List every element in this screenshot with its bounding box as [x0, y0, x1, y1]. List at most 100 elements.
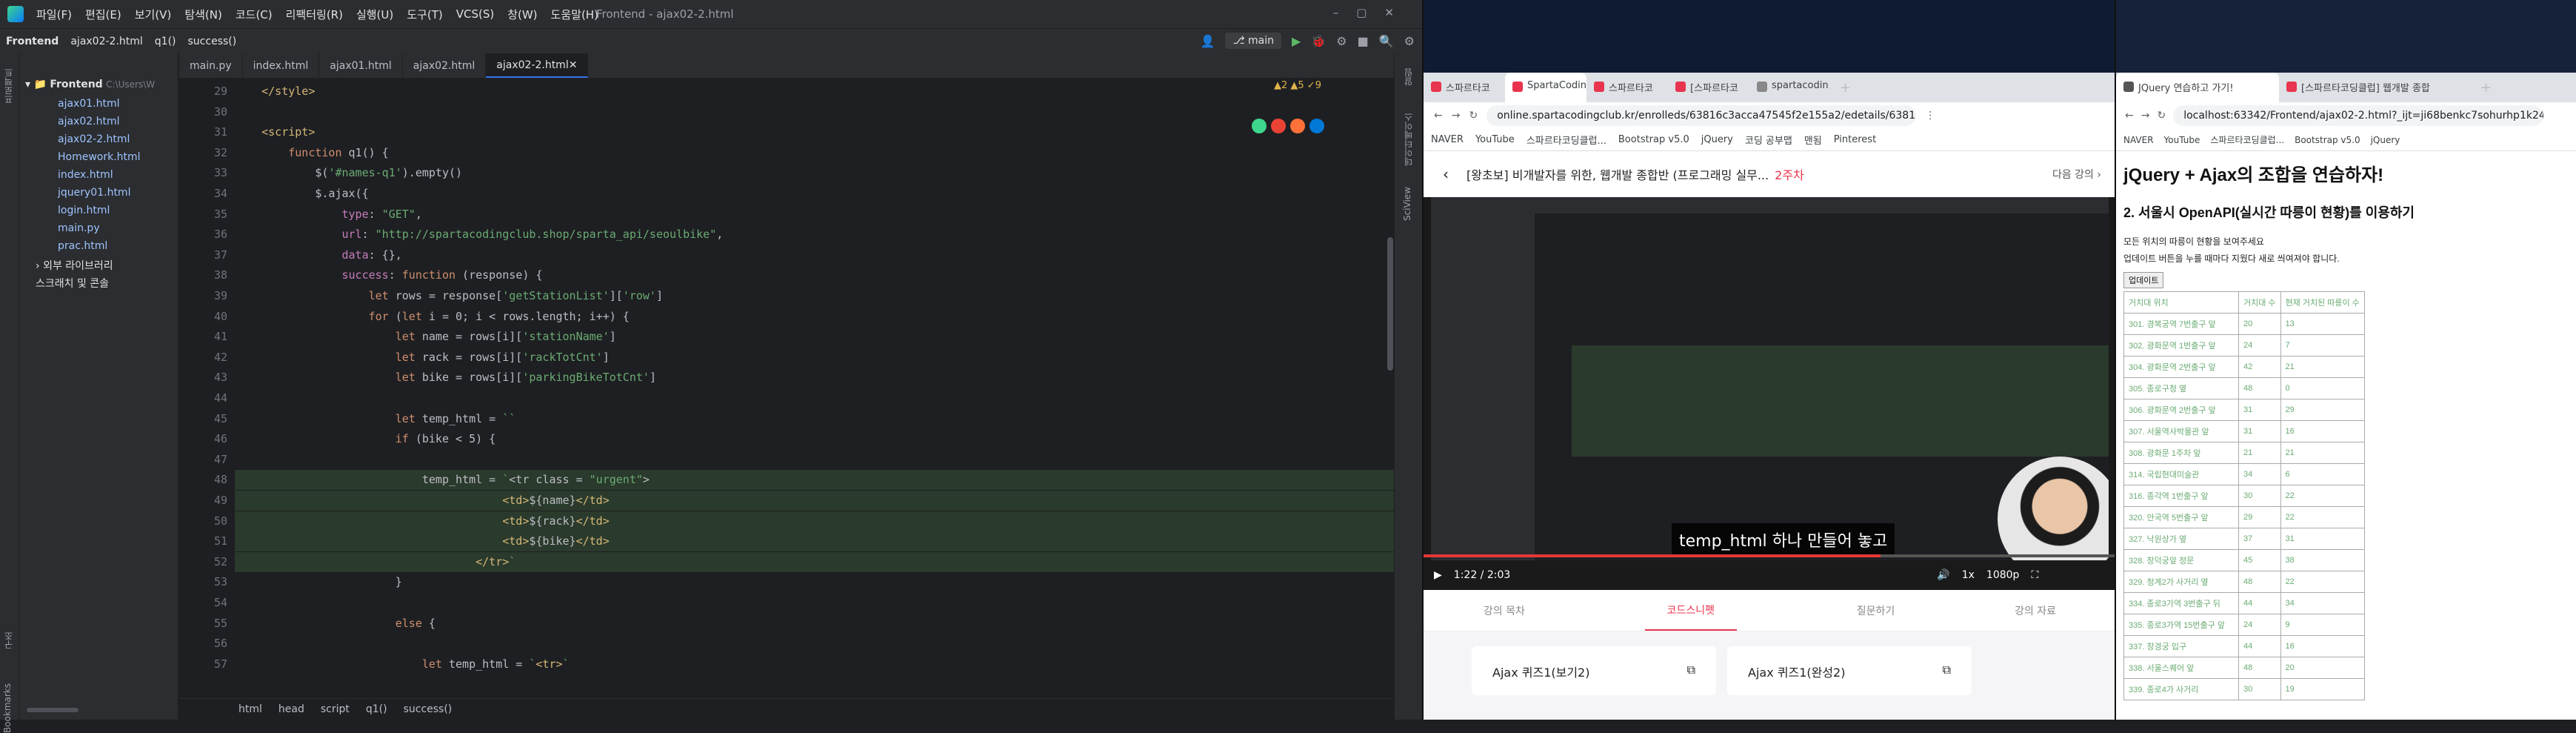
- menu-view[interactable]: 보기(V): [128, 7, 178, 22]
- bookmark[interactable]: jQuery: [2371, 135, 2400, 145]
- tab-code-snippets[interactable]: 코드스니펫: [1644, 591, 1738, 631]
- nav-callback[interactable]: success(): [182, 36, 243, 47]
- menu-tools[interactable]: 도구(T): [400, 7, 449, 22]
- new-tab-button[interactable]: +: [2472, 73, 2500, 102]
- tree-file[interactable]: index.html: [58, 169, 113, 181]
- settings-icon[interactable]: ⚙: [1404, 34, 1415, 48]
- update-button[interactable]: 업데이트: [2123, 272, 2164, 288]
- snippet-card[interactable]: Ajax 퀴즈1(완성2) ⧉: [1727, 646, 1972, 695]
- bookmarks-tool-tab[interactable]: Bookmarks: [2, 683, 13, 733]
- crumb[interactable]: script: [321, 703, 350, 715]
- fullscreen-icon[interactable]: ⛶: [2031, 569, 2038, 581]
- browser-tab-active[interactable]: JQuery 연습하고 가기!: [2116, 73, 2279, 102]
- forward-icon[interactable]: →: [1452, 110, 1461, 122]
- bookmark[interactable]: 스파르타코딩클럽...: [1526, 133, 1606, 147]
- bookmark[interactable]: YouTube: [2164, 135, 2200, 145]
- sciview-tool-tab[interactable]: SciView: [1402, 187, 1412, 221]
- table-header-cell[interactable]: 거치대 수: [2238, 291, 2281, 314]
- url-input[interactable]: localhost:63342/Frontend/ajax02-2.html?_…: [2173, 105, 2544, 126]
- code-line[interactable]: for (let i = 0; i < rows.length; i++) {: [235, 307, 630, 327]
- code-line[interactable]: $.ajax({: [235, 184, 368, 204]
- tree-file[interactable]: login.html: [58, 205, 110, 216]
- database-tool-tab[interactable]: 데이터베이스: [1402, 113, 1415, 166]
- tree-file[interactable]: ajax01.html: [58, 98, 120, 110]
- bookmark[interactable]: 맨됨: [1804, 133, 1822, 147]
- code-line[interactable]: <td>${rack}</td>: [235, 511, 610, 531]
- tab-contents[interactable]: 강의 목차: [1484, 603, 1525, 618]
- video-progress-bar[interactable]: [1424, 554, 2116, 557]
- code-line[interactable]: let name = rows[i]['stationName']: [235, 327, 616, 347]
- bookmark[interactable]: NAVER: [1431, 134, 1464, 145]
- code-line[interactable]: if (bike < 5) {: [235, 429, 495, 449]
- bookmark[interactable]: Bootstrap v5.0: [1618, 134, 1689, 145]
- tree-file[interactable]: ajax02-2.html: [58, 133, 130, 145]
- volume-icon[interactable]: 🔊: [1937, 569, 1949, 581]
- video-player[interactable]: temp_html 하나 만들어 놓고 ▶ 1:22 / 2:03 🔊 1x 1…: [1424, 197, 2116, 590]
- menu-edit[interactable]: 편집(E): [79, 7, 128, 22]
- nav-project[interactable]: Frontend: [0, 36, 64, 47]
- back-chevron-icon[interactable]: ‹: [1424, 165, 1466, 183]
- stop-icon[interactable]: ■: [1358, 34, 1369, 48]
- code-line[interactable]: let temp_html = `<tr>`: [235, 654, 570, 674]
- copy-icon[interactable]: ⧉: [1943, 663, 1951, 677]
- play-icon[interactable]: ▶: [1434, 569, 1442, 581]
- nav-file[interactable]: ajax02-2.html: [64, 36, 148, 47]
- menu-navigate[interactable]: 탐색(N): [178, 7, 229, 22]
- tree-file[interactable]: main.py: [58, 222, 100, 234]
- back-icon[interactable]: ←: [2125, 110, 2134, 122]
- menu-file[interactable]: 파일(F): [30, 7, 79, 22]
- menu-window[interactable]: 창(W): [501, 7, 544, 22]
- tree-file[interactable]: Homework.html: [58, 151, 141, 163]
- tab-ajax02-html[interactable]: ajax02.html: [403, 53, 487, 78]
- table-header-cell[interactable]: 거치대 위치: [2123, 291, 2239, 314]
- url-input[interactable]: online.spartacodingclub.kr/enrolleds/638…: [1486, 105, 1917, 126]
- project-root[interactable]: ▾ 📁 Frontend C:\Users\W: [25, 79, 155, 90]
- tab-ask-question[interactable]: 질문하기: [1857, 603, 1895, 618]
- bookmark[interactable]: 스파르타코딩클럽...: [2210, 133, 2284, 146]
- tab-main-py[interactable]: main.py: [179, 53, 243, 78]
- forward-icon[interactable]: →: [2141, 110, 2150, 122]
- pycharm-preview-icon[interactable]: [1252, 119, 1267, 133]
- bookmark[interactable]: Pinterest: [1834, 134, 1876, 145]
- tree-file[interactable]: jquery01.html: [58, 187, 130, 199]
- git-branch-selector[interactable]: ⎇ main: [1225, 33, 1282, 49]
- code-line[interactable]: temp_html = `<tr class = "urgent">: [235, 470, 650, 490]
- back-icon[interactable]: ←: [1434, 110, 1443, 122]
- tree-file[interactable]: prac.html: [58, 240, 107, 252]
- tree-file[interactable]: ajax02.html: [58, 116, 120, 127]
- code-line[interactable]: </style>: [235, 82, 315, 102]
- extensions-icon[interactable]: ⋮: [1925, 110, 1935, 122]
- code-line[interactable]: $('#names-q1').empty(): [235, 163, 462, 183]
- chrome-icon[interactable]: [1271, 119, 1286, 133]
- code-editor[interactable]: </style> <script> function q1() { $('#na…: [235, 79, 1394, 698]
- coverage-icon[interactable]: ⚙: [1336, 34, 1347, 48]
- scratches-consoles[interactable]: 스크래치 및 콘솔: [36, 276, 109, 291]
- code-line[interactable]: success: function (response) {: [235, 265, 543, 285]
- browser-tab[interactable]: 스파르타코: [1586, 73, 1668, 102]
- structure-tool-tab[interactable]: 구조: [2, 631, 15, 649]
- bookmark[interactable]: 코딩 공부맵: [1745, 133, 1792, 147]
- new-tab-button[interactable]: +: [1831, 73, 1860, 102]
- window-controls-icon[interactable]: –▢✕: [1333, 6, 1412, 19]
- code-line[interactable]: function q1() {: [235, 143, 388, 163]
- snippet-card[interactable]: Ajax 퀴즈1(보기2) ⧉: [1472, 646, 1716, 695]
- search-icon[interactable]: 🔍: [1379, 34, 1394, 48]
- debug-icon[interactable]: 🐞: [1311, 34, 1326, 48]
- firefox-icon[interactable]: [1290, 119, 1305, 133]
- code-line[interactable]: else {: [235, 614, 436, 634]
- tab-ajax01-html[interactable]: ajax01.html: [319, 53, 403, 78]
- code-line[interactable]: let rows = response['getStationList']['r…: [235, 286, 663, 306]
- menu-code[interactable]: 코드(C): [229, 7, 279, 22]
- browser-tab[interactable]: [스파르타코딩클럽] 웹개발 종합: [2279, 73, 2472, 102]
- quality-label[interactable]: 1080p: [1986, 569, 2020, 581]
- bookmark[interactable]: YouTube: [1475, 134, 1515, 145]
- user-icon[interactable]: 👤: [1201, 34, 1215, 48]
- code-line[interactable]: <td>${name}</td>: [235, 491, 610, 511]
- code-line[interactable]: data: {},: [235, 245, 402, 265]
- code-line[interactable]: type: "GET",: [235, 205, 422, 225]
- copy-icon[interactable]: ⧉: [1687, 663, 1695, 677]
- code-line[interactable]: let rack = rows[i]['rackTotCnt']: [235, 348, 610, 368]
- crumb[interactable]: head: [278, 703, 304, 715]
- nav-function[interactable]: q1(): [149, 36, 182, 47]
- crumb[interactable]: html: [238, 703, 262, 715]
